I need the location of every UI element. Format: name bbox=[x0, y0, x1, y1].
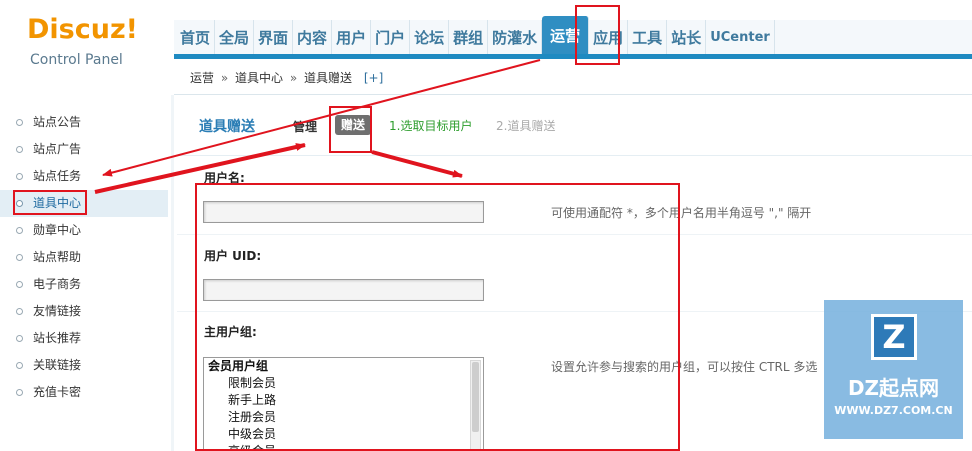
watermark: Z DZ起点网 WWW.DZ7.COM.CN bbox=[824, 300, 963, 439]
watermark-logo: Z bbox=[871, 314, 917, 360]
arrow-to-sidebar bbox=[102, 59, 541, 177]
arrow-to-form bbox=[371, 150, 463, 178]
watermark-url: WWW.DZ7.COM.CN bbox=[834, 404, 953, 417]
watermark-name: DZ起点网 bbox=[847, 376, 940, 400]
